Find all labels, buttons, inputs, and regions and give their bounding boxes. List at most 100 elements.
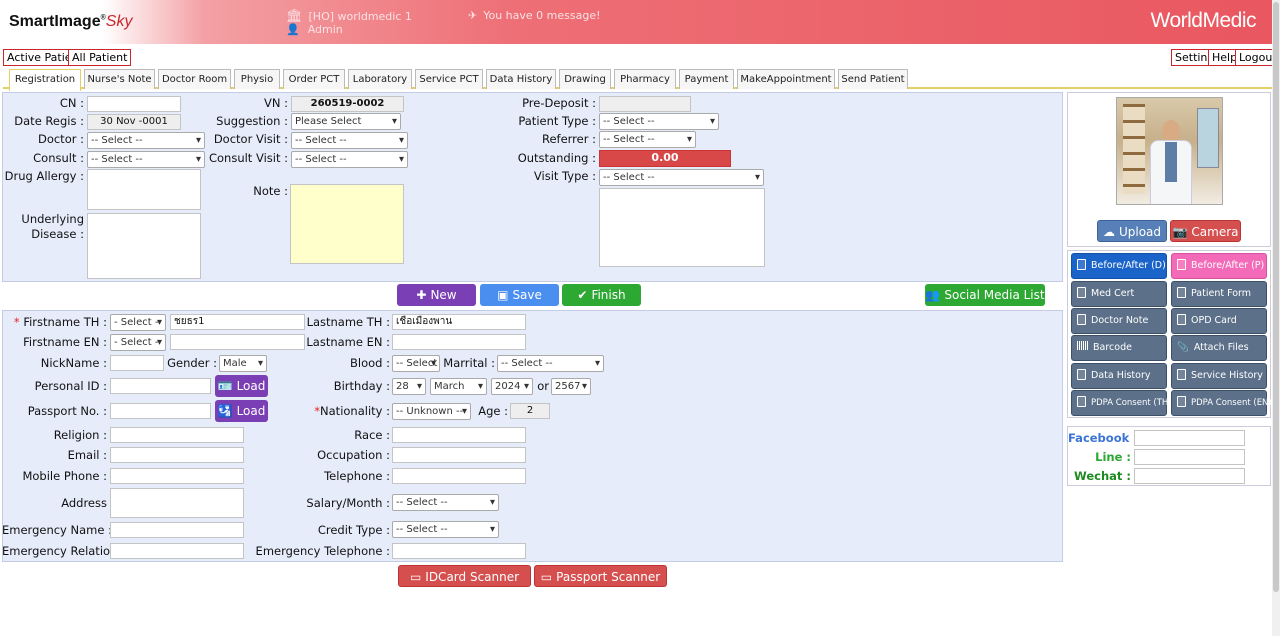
- marital-select[interactable]: -- Select --: [497, 355, 604, 372]
- pdpa-consent-en-button[interactable]: PDPA Consent (EN): [1171, 390, 1272, 416]
- race-input[interactable]: [392, 427, 526, 443]
- underlying-disease-textarea[interactable]: [87, 213, 201, 279]
- mobile-input[interactable]: [110, 468, 244, 484]
- visit-type-label: Visit Type :: [533, 169, 596, 183]
- emergency-name-input[interactable]: [110, 522, 244, 538]
- pdpa-consent-th-button[interactable]: PDPA Consent (TH): [1071, 390, 1172, 416]
- consult-visit-select[interactable]: -- Select --: [291, 151, 408, 168]
- before-after-p-button[interactable]: Before/After (P): [1171, 253, 1267, 279]
- id-card-icon: 🪪: [217, 379, 233, 393]
- tab-pharmacy[interactable]: Pharmacy: [614, 69, 676, 89]
- lastname-en-input[interactable]: [392, 334, 526, 350]
- load-passport-button[interactable]: 🛂 Load: [215, 400, 268, 422]
- message-link[interactable]: ✈ You have 0 message!: [468, 9, 601, 22]
- address-textarea[interactable]: [110, 488, 244, 518]
- tab-order-pct[interactable]: Order PCT: [283, 69, 345, 89]
- passport-input[interactable]: [110, 403, 211, 419]
- drug-allergy-textarea[interactable]: [87, 169, 201, 210]
- nationality-select[interactable]: -- Unknown --: [392, 403, 471, 420]
- data-history-button[interactable]: Data History: [1071, 363, 1167, 389]
- new-button[interactable]: ✚ New: [397, 284, 476, 306]
- social-media-list-button[interactable]: 👥 Social Media List: [925, 284, 1045, 306]
- camera-icon: 📷: [1172, 225, 1188, 239]
- doctor-visit-select[interactable]: -- Select --: [291, 132, 408, 149]
- tab-data-history[interactable]: Data History: [486, 69, 556, 89]
- tab-make-appointment[interactable]: MakeAppointment: [737, 69, 835, 89]
- emergency-tel-input[interactable]: [392, 543, 526, 559]
- tab-payment[interactable]: Payment: [679, 69, 734, 89]
- tab-physio[interactable]: Physio: [234, 69, 280, 89]
- referrer-select[interactable]: -- Select --: [599, 131, 696, 148]
- nationality-label: *Nationality :: [314, 404, 390, 418]
- occupation-label: Occupation :: [317, 448, 390, 462]
- tab-nurses-note[interactable]: Nurse's Note: [84, 69, 155, 89]
- doctor-visit-label: Doctor Visit :: [213, 132, 288, 146]
- person-head-shape: [1162, 120, 1180, 142]
- before-after-d-button[interactable]: Before/After (D): [1071, 253, 1167, 279]
- patient-form-button[interactable]: Patient Form: [1171, 281, 1267, 307]
- passport-scanner-button[interactable]: ▭ Passport Scanner: [534, 565, 667, 587]
- credit-type-select[interactable]: -- Select --: [392, 521, 499, 538]
- patient-type-select[interactable]: -- Select --: [599, 113, 719, 130]
- suggestion-select[interactable]: Please Select: [291, 113, 401, 130]
- tab-laboratory[interactable]: Laboratory: [348, 69, 412, 89]
- tab-service-pct[interactable]: Service PCT: [415, 69, 483, 89]
- cloud-upload-icon: ☁: [1102, 225, 1115, 239]
- upload-button[interactable]: ☁ Upload: [1097, 220, 1167, 242]
- tab-drawing[interactable]: Drawing: [559, 69, 611, 89]
- barcode-button[interactable]: Barcode: [1071, 335, 1167, 361]
- opd-card-button[interactable]: OPD Card: [1171, 308, 1267, 334]
- cn-label: CN :: [59, 96, 84, 110]
- personal-id-input[interactable]: [110, 378, 211, 394]
- doctor-note-button[interactable]: Doctor Note: [1071, 308, 1167, 334]
- visit-type-notes-textarea[interactable]: [599, 188, 765, 267]
- facebook-input[interactable]: [1134, 430, 1245, 446]
- emergency-tel-label: Emergency Telephone :: [255, 544, 390, 558]
- monitor-icon: ▭: [540, 570, 553, 584]
- passport-label: Passport No. :: [27, 404, 107, 418]
- page-scrollbar[interactable]: [1272, 0, 1280, 636]
- med-cert-button[interactable]: Med Cert: [1071, 281, 1167, 307]
- consult-visit-label: Consult Visit :: [208, 151, 288, 165]
- service-history-button[interactable]: Service History: [1171, 363, 1267, 389]
- scrollbar-thumb[interactable]: [1273, 2, 1279, 592]
- religion-input[interactable]: [110, 427, 244, 443]
- telephone-input[interactable]: [392, 468, 526, 484]
- doctor-select[interactable]: -- Select --: [87, 132, 205, 149]
- line-input[interactable]: [1134, 449, 1245, 465]
- salary-select[interactable]: -- Select --: [392, 494, 499, 511]
- gender-select[interactable]: Male: [219, 355, 267, 372]
- firstname-th-prefix-select[interactable]: - Select -: [110, 314, 166, 331]
- nickname-input[interactable]: [110, 355, 164, 371]
- birth-year-th-select[interactable]: 2567: [551, 378, 591, 395]
- firstname-en-prefix-select[interactable]: - Select -: [110, 334, 166, 351]
- tab-send-patient[interactable]: Send Patient: [838, 69, 908, 89]
- birth-year-select[interactable]: 2024: [491, 378, 533, 395]
- camera-button[interactable]: 📷 Camera: [1170, 220, 1241, 242]
- tab-doctor-room[interactable]: Doctor Room: [158, 69, 231, 89]
- attach-files-button[interactable]: 📎 Attach Files: [1171, 335, 1267, 361]
- all-patient-button[interactable]: All Patient: [68, 49, 132, 66]
- birth-month-select[interactable]: March: [430, 378, 487, 395]
- load-personal-id-button[interactable]: 🪪 Load: [215, 375, 268, 397]
- idcard-scanner-button[interactable]: ▭ IDCard Scanner: [398, 565, 531, 587]
- save-button[interactable]: ▣ Save: [480, 284, 559, 306]
- email-input[interactable]: [110, 447, 244, 463]
- patient-photo: [1116, 97, 1223, 205]
- occupation-input[interactable]: [392, 447, 526, 463]
- tab-registration[interactable]: Registration: [9, 69, 81, 91]
- emergency-relation-input[interactable]: [110, 543, 244, 559]
- file-icon: [1177, 287, 1186, 298]
- wechat-input[interactable]: [1134, 468, 1245, 484]
- finish-button[interactable]: ✔ Finish: [562, 284, 641, 306]
- note-textarea[interactable]: [290, 184, 404, 264]
- birth-day-select[interactable]: 28: [392, 378, 426, 395]
- blood-select[interactable]: -- Select --: [392, 355, 440, 372]
- passport-icon: 🛂: [217, 404, 233, 418]
- lastname-th-input[interactable]: เชื่อเมืองพาน: [392, 314, 526, 330]
- building-icon: 🏛: [286, 9, 303, 24]
- cn-input[interactable]: [87, 96, 181, 112]
- consult-select[interactable]: -- Select --: [87, 151, 205, 168]
- visit-type-select[interactable]: -- Select --: [599, 169, 764, 186]
- line-label: Line :: [1095, 450, 1131, 464]
